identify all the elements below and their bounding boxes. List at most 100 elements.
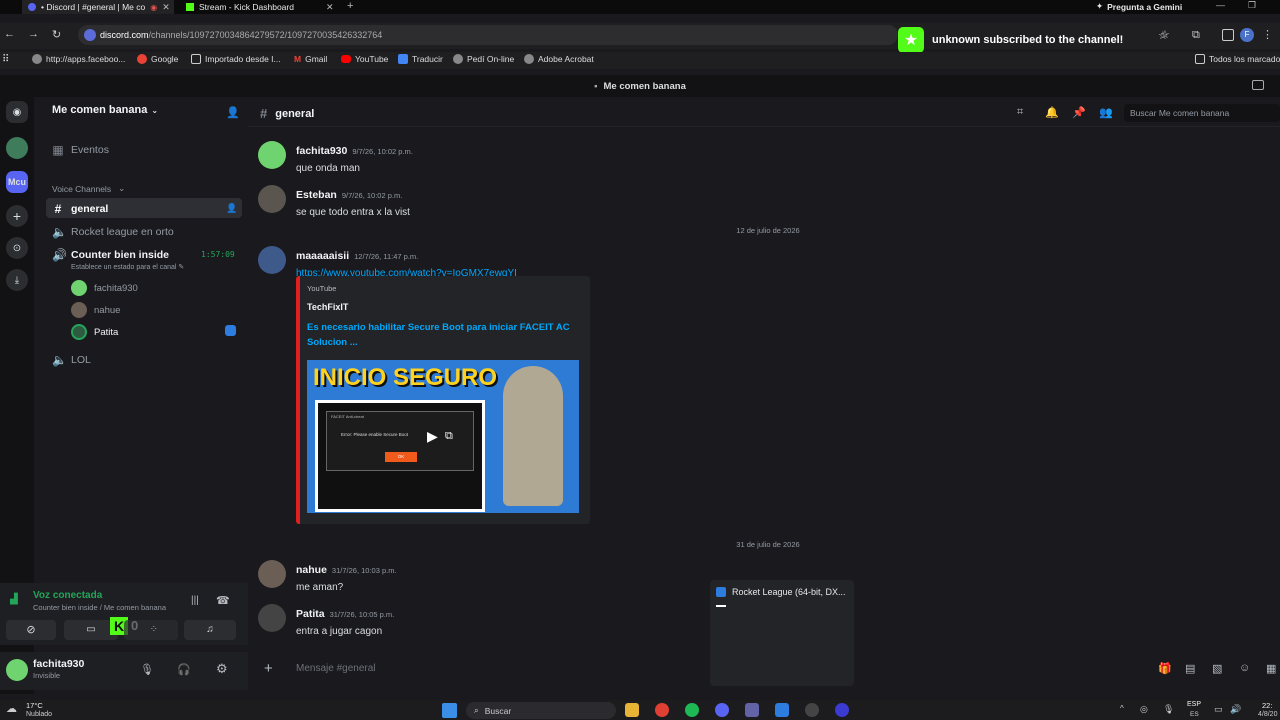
discover-icon[interactable]: ⊙ [6,237,28,259]
voice-user[interactable]: Patita [71,324,118,340]
forward-icon[interactable]: → [28,28,39,40]
avatar[interactable] [258,560,286,588]
attach-plus-icon[interactable]: + [264,660,273,677]
tray-app-icon[interactable]: ◎ [1140,704,1148,715]
emoji-icon[interactable]: ☺ [1239,662,1250,674]
file-explorer-icon[interactable] [625,703,639,717]
bookmark-gmail[interactable]: M Gmail [294,54,327,64]
apps-icon[interactable]: ▦ [1266,662,1276,675]
address-bar[interactable]: discord.com/channels/1097270034864279572… [78,25,1170,45]
pin-icon[interactable]: 📌 [1072,106,1086,119]
mic-tray-icon[interactable]: 🎙 [1163,704,1174,715]
bookmark-translate[interactable]: Traducir [398,54,443,64]
tray-chevron-icon[interactable]: ^ [1120,704,1124,713]
add-server-icon[interactable]: + [6,205,28,227]
rocket-league-taskbar-icon[interactable] [775,703,789,717]
notification-bell-icon[interactable]: 🔔 [1045,106,1059,119]
weather-desc: Nublado [26,711,53,718]
clock-time[interactable]: 22: [1262,701,1272,710]
voice-location[interactable]: Counter bien inside / Me comen banana [33,603,166,612]
channel-general[interactable]: # general [52,202,109,216]
activities-button[interactable]: ⁘ [124,620,178,640]
voice-user[interactable]: nahue [71,302,120,318]
invite-people-icon[interactable]: 👤 [226,106,240,119]
bookmark-star-icon[interactable]: ☆ [1158,29,1168,42]
user-avatar[interactable] [6,659,28,681]
search-input[interactable]: Buscar Me comen banana [1124,104,1280,122]
embed-author[interactable]: TechFixIT [307,302,348,312]
volume-icon[interactable]: 🔊 [1230,704,1241,715]
discord-home-icon[interactable]: ◉ [6,101,28,123]
soundboard-button[interactable]: ♫ [184,620,236,640]
bookmark-imported[interactable]: Importado desde I... [191,54,281,64]
teams-icon[interactable] [745,703,759,717]
gif-icon[interactable]: ▤ [1185,662,1195,675]
maximize-icon[interactable]: ❐ [1248,0,1256,11]
disconnect-icon[interactable]: ☎ [216,594,230,607]
language-indicator[interactable]: ESP [1187,701,1201,708]
tab-discord[interactable]: • Discord | #general | Me co ◉ ✕ [22,0,174,14]
close-tab-icon[interactable]: ✕ [326,2,334,13]
server-header[interactable]: Me comen banana ⌄ [52,104,158,116]
extensions-icon[interactable]: ⧉ [1192,29,1200,42]
server-avatar[interactable] [6,137,28,159]
tab-kick[interactable]: Stream - Kick Dashboard ✕ [180,0,340,14]
channel-counter[interactable]: 🔊 Counter bien inside [52,248,169,262]
settings-gear-icon[interactable]: ⚙ [216,661,228,677]
windows-start-icon[interactable] [442,703,457,718]
avatar[interactable] [258,141,286,169]
spotify-icon[interactable] [685,703,699,717]
reload-icon[interactable]: ↻ [52,28,61,41]
gemini-button[interactable]: ✦ Pregunta a Gemini [1096,1,1182,12]
invite-icon[interactable]: 👤 [226,203,237,214]
avatar[interactable] [258,604,286,632]
discord-taskbar-icon[interactable] [715,703,729,717]
apps-icon[interactable]: ⠿ [2,54,9,65]
sidepanel-icon[interactable] [1222,29,1234,41]
threads-icon[interactable]: ⌗ [1017,106,1023,119]
noise-suppression-icon[interactable]: ||| [191,595,199,606]
bookmark-google[interactable]: Google [137,54,178,64]
bookmark-all[interactable]: Todos los marcado [1195,54,1280,64]
minimize-icon[interactable]: — [1216,0,1225,10]
bookmark-acrobat[interactable]: Adobe Acrobat [524,54,594,64]
channel-rocket-league[interactable]: 🔈 Rocket league en orto [52,225,174,239]
bookmark-pedi[interactable]: Pedí On-line [453,54,514,64]
youtube-icon [341,55,351,63]
channel-lol[interactable]: 🔈 LOL [52,353,91,367]
close-tab-icon[interactable]: ✕ [162,2,170,13]
menu-kebab-icon[interactable]: ⋮ [1262,28,1273,41]
download-icon[interactable]: ⤓ [6,269,28,291]
camera-off-button[interactable]: ⊘ [6,620,56,640]
channel-status[interactable]: Establece un estado para el canal ✎ [71,263,184,271]
play-icon[interactable]: ▶ [427,428,438,445]
new-tab-icon[interactable]: + [347,0,353,12]
avatar[interactable] [258,246,286,274]
server-mcu[interactable]: Mcu [6,171,28,193]
video-thumbnail[interactable]: INICIO SEGURO FACEIT Anti-cheat Error: P… [307,360,579,513]
cortana-icon[interactable] [835,703,849,717]
bookmark-youtube[interactable]: YouTube [341,54,388,64]
message-input[interactable]: Mensaje #general [296,663,376,674]
microphone-icon[interactable]: 🎙 [140,663,154,676]
back-icon[interactable]: ← [4,28,15,40]
voice-user[interactable]: fachita930 [71,280,138,296]
bookmark-facebook[interactable]: http://apps.faceboo... [32,54,125,64]
weather-temp[interactable]: 17°C [26,701,43,710]
gift-icon[interactable]: 🎁 [1158,662,1172,675]
sticker-icon[interactable]: ▧ [1212,662,1222,675]
site-info-icon[interactable] [84,29,96,41]
inbox-icon[interactable] [1252,80,1264,90]
external-link-icon[interactable]: ⧉ [445,430,453,443]
avatar[interactable] [258,185,286,213]
network-icon[interactable]: ▭ [1214,704,1223,715]
headphones-icon[interactable]: 🎧 [177,663,191,676]
voice-channels-category[interactable]: Voice Channels ⌄ [52,183,125,194]
chrome-icon[interactable] [655,703,669,717]
profile-avatar[interactable]: F [1240,28,1254,42]
obs-icon[interactable] [805,703,819,717]
embed-title[interactable]: Es necesario habilitar Secure Boot para … [307,320,577,350]
taskbar-search[interactable]: ⌕ Buscar [466,702,616,719]
member-list-icon[interactable]: 👥 [1099,106,1113,119]
events-item[interactable]: ▦ Eventos [52,143,109,157]
